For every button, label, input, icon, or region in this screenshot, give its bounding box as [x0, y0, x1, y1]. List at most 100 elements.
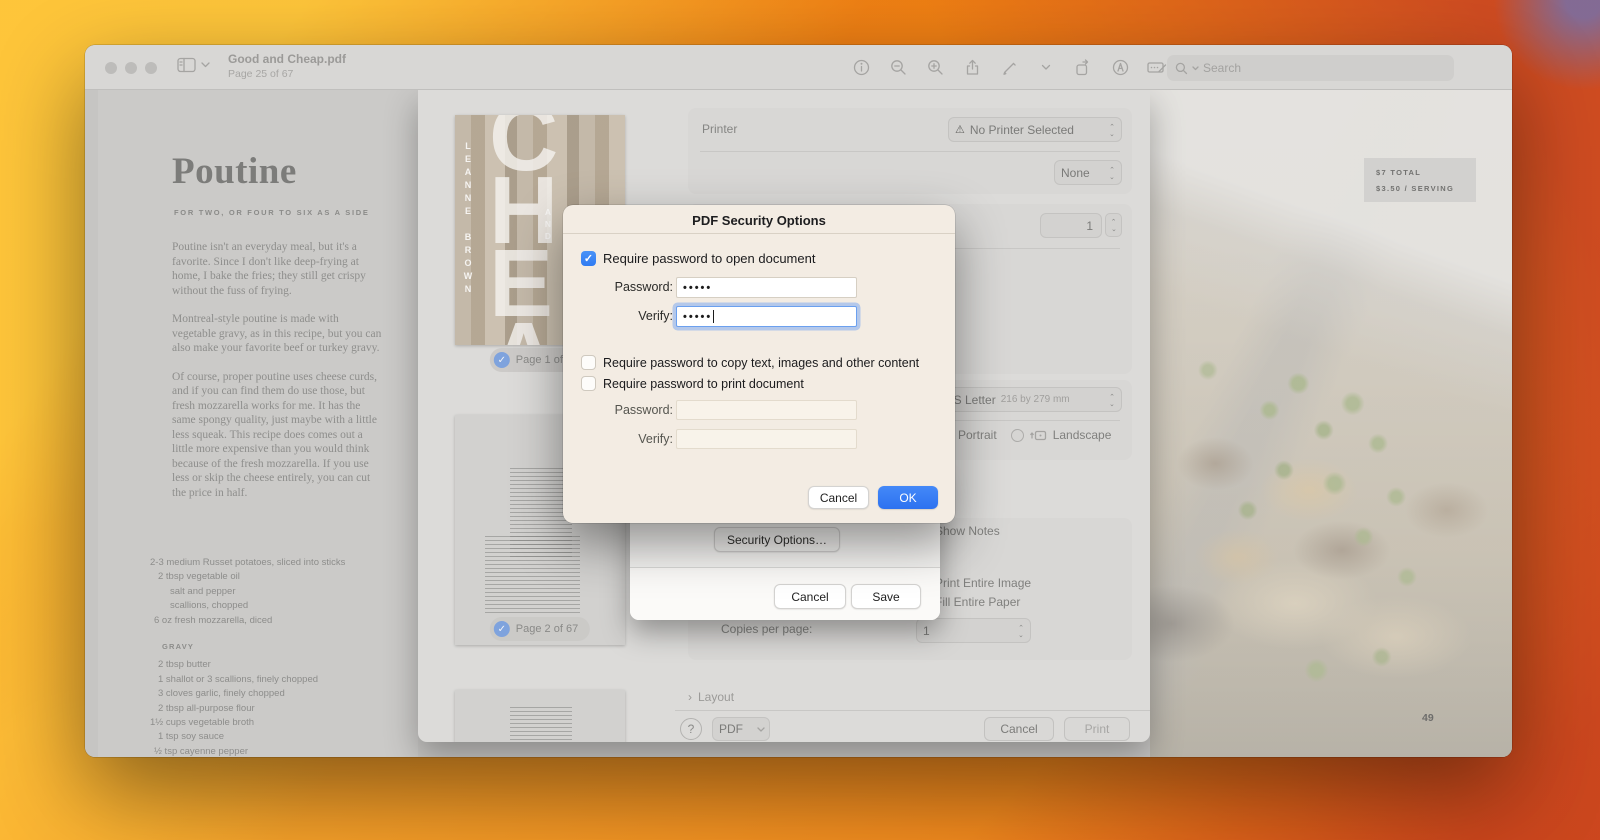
require-open-label: Require password to open document [603, 251, 815, 266]
verify2-label: Verify: [581, 432, 673, 446]
updown-chevrons-icon: ⌃⌃ [1018, 626, 1024, 636]
dialog-cancel-button[interactable]: Cancel [808, 486, 869, 509]
landscape-label[interactable]: Landscape [1053, 428, 1112, 442]
zoom-button[interactable] [145, 62, 157, 74]
sidebar-toggle-button[interactable] [177, 57, 210, 73]
require-copy-row: Require password to copy text, images an… [581, 355, 919, 370]
chevron-down-icon [201, 62, 210, 68]
show-notes-label: Show Notes [935, 524, 1000, 538]
landscape-icon [1030, 429, 1047, 442]
page-2-caption: ✓ Page 2 of 67 [490, 617, 590, 641]
print-label: Print [1085, 722, 1110, 736]
traffic-lights [105, 62, 157, 74]
pdf-security-options-dialog: PDF Security Options ✓ Require password … [563, 205, 955, 523]
verify-field[interactable]: ••••• [676, 306, 857, 327]
copies-field[interactable]: 1 [1040, 213, 1102, 238]
fill-entire-paper-label: Fill Entire Paper [935, 595, 1020, 609]
printer-label: Printer [702, 122, 737, 136]
ingredient: 2 tbsp vegetable oil [136, 570, 396, 584]
price-per-serving: $3.50 / SERVING [1376, 184, 1476, 193]
require-copy-checkbox[interactable] [581, 355, 596, 370]
printer-dropdown[interactable]: ⚠ No Printer Selected ⌃⌃ [948, 117, 1122, 142]
require-print-row: Require password to print document [581, 376, 804, 391]
ingredient: scallions, chopped [136, 599, 396, 613]
sheet-save-label: Save [872, 590, 899, 604]
updown-chevrons-icon: ⌃⌃ [1109, 125, 1115, 135]
markup-pencil-icon[interactable] [999, 57, 1019, 77]
portrait-label: Portrait [958, 428, 997, 442]
ingredient: 2 tbsp all-purpose flour [136, 702, 396, 716]
copies-stepper[interactable]: ⌃⌃ [1105, 213, 1122, 237]
window-page-indicator: Page 25 of 67 [228, 68, 346, 80]
verify2-field [676, 429, 857, 449]
layout-disclosure[interactable]: › Layout [688, 690, 734, 704]
layout-label: Layout [698, 690, 734, 704]
sheet-save-button[interactable]: Save [851, 584, 921, 609]
price-box: $7 TOTAL $3.50 / SERVING [1364, 158, 1476, 202]
ingredient: 2-3 medium Russet potatoes, sliced into … [136, 556, 396, 570]
presets-dropdown[interactable]: None ⌃⌃ [1054, 160, 1122, 185]
page-selected-check-icon[interactable]: ✓ [494, 621, 510, 637]
ingredient: 3 cloves garlic, finely chopped [136, 687, 396, 701]
ingredient-list: 2-3 medium Russet potatoes, sliced into … [136, 556, 396, 757]
help-button[interactable]: ? [680, 718, 702, 740]
require-print-checkbox[interactable] [581, 376, 596, 391]
text-annotation-icon[interactable] [1147, 57, 1167, 77]
chevron-down-icon [757, 727, 765, 732]
print-button[interactable]: Print [1064, 717, 1130, 741]
page-number-right: 49 [1422, 712, 1434, 724]
copies-per-page-label: Copies per page: [721, 622, 812, 636]
paper-size-detail: 216 by 279 mm [1001, 394, 1070, 405]
zoom-in-icon[interactable] [925, 57, 945, 77]
paper-size-dropdown[interactable]: US Letter 216 by 279 mm ⌃⌃ [938, 387, 1122, 412]
verify-label: Verify: [581, 309, 673, 323]
updown-chevrons-icon: ⌃⌃ [1109, 395, 1115, 405]
recipe-paragraph: Poutine isn't an everyday meal, but it's… [172, 240, 384, 298]
gravy-header: GRAVY [136, 640, 396, 654]
printer-presets-panel: Printer ⚠ No Printer Selected ⌃⌃ None ⌃⌃ [688, 108, 1132, 194]
search-chevron-icon [1192, 66, 1199, 71]
share-icon[interactable] [962, 57, 982, 77]
sheet-cancel-label: Cancel [791, 590, 828, 604]
ingredient: 1½ cups vegetable broth [136, 716, 396, 730]
copies-per-page-dropdown[interactable]: 1 ⌃⌃ [916, 618, 1031, 643]
print-entire-image-label: Print Entire Image [935, 576, 1031, 590]
highlight-icon[interactable] [1110, 57, 1130, 77]
print-preview-page-3[interactable] [455, 690, 625, 742]
search-field[interactable] [1167, 55, 1454, 81]
toolbar [851, 57, 1167, 77]
close-button[interactable] [105, 62, 117, 74]
ingredient: ½ tsp cayenne pepper [136, 745, 396, 757]
copies-per-page-row: Copies per page: [721, 622, 812, 636]
preview-app-window: Good and Cheap.pdf Page 25 of 67 Poutine… [85, 45, 1512, 757]
password-field[interactable]: ••••• [676, 277, 857, 298]
sheet-cancel-button[interactable]: Cancel [774, 584, 846, 609]
dialog-ok-label: OK [899, 491, 916, 505]
print-cancel-button[interactable]: Cancel [984, 717, 1054, 741]
info-icon[interactable] [851, 57, 871, 77]
chevron-down-icon[interactable] [1036, 57, 1056, 77]
minimize-button[interactable] [125, 62, 137, 74]
dialog-ok-button[interactable]: OK [878, 486, 938, 509]
require-copy-label: Require password to copy text, images an… [603, 356, 919, 370]
rotate-icon[interactable] [1073, 57, 1093, 77]
dialog-cancel-label: Cancel [820, 491, 857, 505]
pdf-menu-button[interactable]: PDF [712, 717, 770, 741]
pdf-menu-label: PDF [719, 722, 743, 736]
page-selected-check-icon[interactable]: ✓ [494, 352, 510, 368]
landscape-radio[interactable] [1011, 429, 1024, 442]
password-dots: ••••• [683, 282, 712, 294]
text-caret [713, 310, 714, 323]
security-options-label: Security Options… [727, 533, 827, 547]
security-options-button[interactable]: Security Options… [714, 527, 840, 552]
cover-and-text: AND [543, 207, 553, 243]
print-cancel-label: Cancel [1000, 722, 1037, 736]
require-open-checkbox[interactable]: ✓ [581, 251, 596, 266]
recipe-subtitle: FOR TWO, OR FOUR TO SIX AS A SIDE [174, 208, 370, 217]
search-input[interactable] [1203, 61, 1403, 75]
zoom-out-icon[interactable] [888, 57, 908, 77]
presets-dropdown-value: None [1061, 166, 1090, 180]
toc-text-block [510, 704, 572, 742]
toc-text-block [485, 533, 580, 613]
ingredient: salt and pepper [136, 585, 396, 599]
